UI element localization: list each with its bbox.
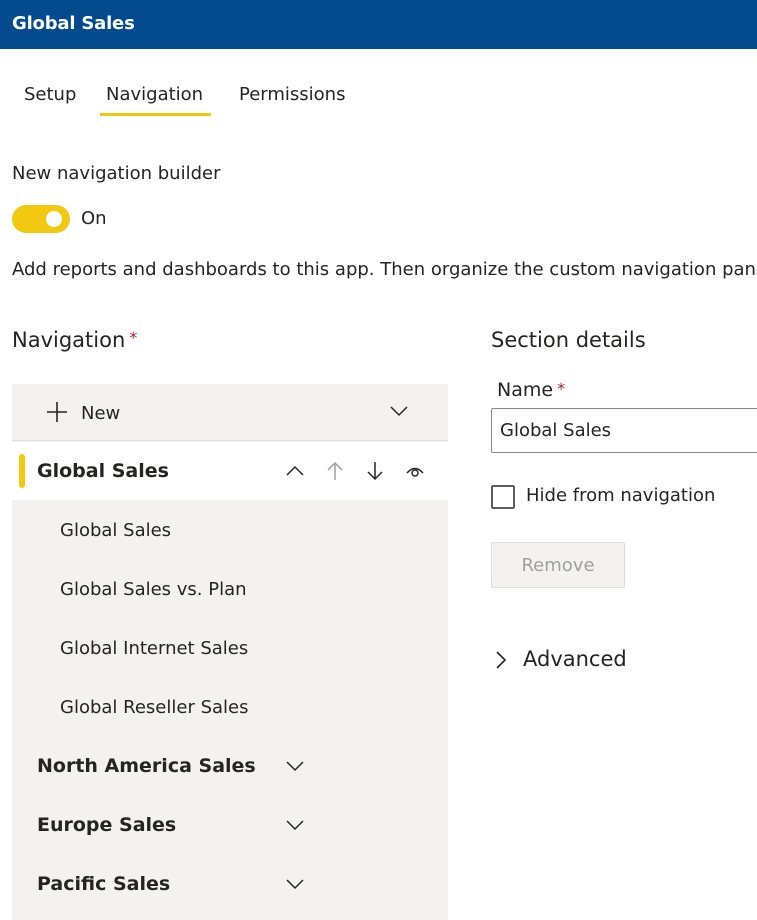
nav-item-global-reseller-sales[interactable]: Global Reseller Sales xyxy=(60,697,248,718)
nav-item-global-internet-sales[interactable]: Global Internet Sales xyxy=(60,638,248,659)
section-title: Europe Sales xyxy=(37,814,177,836)
move-up-icon[interactable] xyxy=(324,460,346,482)
builder-label: New navigation builder xyxy=(12,163,221,184)
selection-indicator xyxy=(19,454,25,488)
name-field-label: Name * xyxy=(497,379,565,401)
nav-item-global-sales-vs-plan[interactable]: Global Sales vs. Plan xyxy=(60,579,247,600)
tab-navigation[interactable]: Navigation xyxy=(106,84,203,105)
section-north-america-sales[interactable]: North America Sales xyxy=(12,738,448,796)
move-down-icon[interactable] xyxy=(364,460,386,482)
chevron-right-icon[interactable] xyxy=(494,650,508,670)
section-title: Global Sales xyxy=(37,460,169,482)
navigation-heading: Navigation * xyxy=(12,328,137,352)
section-europe-sales[interactable]: Europe Sales xyxy=(12,797,448,855)
toggle-knob xyxy=(46,211,62,227)
new-button[interactable]: New xyxy=(12,384,448,441)
required-marker: * xyxy=(557,379,566,398)
section-title: North America Sales xyxy=(37,755,256,777)
chevron-down-icon[interactable] xyxy=(285,818,305,832)
navigation-panel: New Global Sales Global Sales Global Sal… xyxy=(12,384,448,920)
app-title: Global Sales xyxy=(0,0,757,49)
section-name-input[interactable] xyxy=(491,408,757,453)
section-details-heading: Section details xyxy=(491,328,646,352)
chevron-up-icon[interactable] xyxy=(284,460,306,482)
visibility-eye-icon[interactable] xyxy=(404,460,426,482)
chevron-down-icon[interactable] xyxy=(389,404,409,418)
hide-from-navigation-checkbox[interactable] xyxy=(491,485,515,509)
nav-item-global-sales[interactable]: Global Sales xyxy=(60,520,171,541)
section-pacific-sales[interactable]: Pacific Sales xyxy=(12,856,448,914)
plus-icon xyxy=(47,402,67,422)
section-title: Pacific Sales xyxy=(37,873,171,895)
advanced-expander[interactable]: Advanced xyxy=(523,647,627,671)
builder-description: Add reports and dashboards to this app. … xyxy=(12,259,757,280)
required-marker: * xyxy=(129,328,138,347)
chevron-down-icon[interactable] xyxy=(285,759,305,773)
name-label-text: Name xyxy=(497,379,554,401)
chevron-down-icon[interactable] xyxy=(285,877,305,891)
section-global-sales[interactable]: Global Sales xyxy=(12,442,448,500)
new-button-label: New xyxy=(81,403,121,424)
active-tab-indicator xyxy=(100,113,211,116)
tab-setup[interactable]: Setup xyxy=(24,84,76,105)
tab-permissions[interactable]: Permissions xyxy=(239,84,345,105)
remove-button[interactable]: Remove xyxy=(491,542,625,588)
navigation-builder-toggle[interactable] xyxy=(12,205,70,233)
hide-from-navigation-label[interactable]: Hide from navigation xyxy=(526,485,715,506)
toggle-state-label: On xyxy=(81,208,107,229)
navigation-heading-text: Navigation xyxy=(12,328,126,352)
